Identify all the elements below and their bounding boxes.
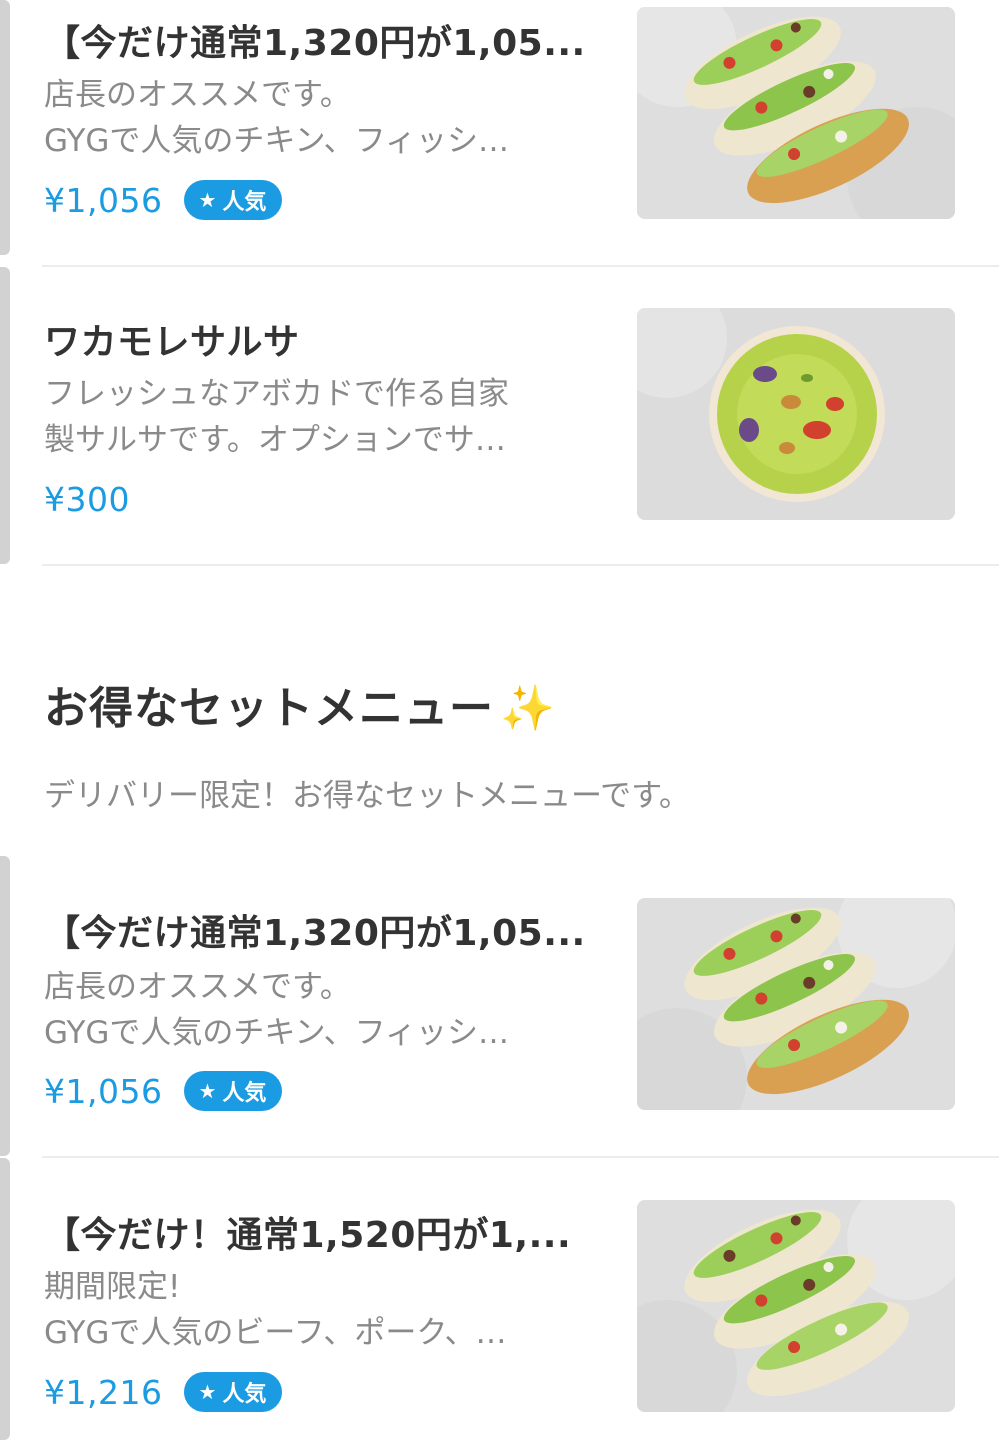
menu-item-guacamole[interactable]: ワカモレサルサ フレッシュなアボカドで作る自家 製サルサです。オプションでサ… … bbox=[0, 267, 999, 564]
item-description: 店長のオススメです。 GYGで人気のチキン、フィッシ… bbox=[44, 72, 584, 164]
popular-badge: ★ 人気 bbox=[184, 1071, 283, 1111]
star-icon: ★ bbox=[198, 188, 217, 212]
tacos-image bbox=[637, 7, 955, 219]
item-title: 【今だけ通常1,320円が1,05... bbox=[44, 913, 586, 954]
popular-badge: ★ 人気 bbox=[184, 1372, 283, 1412]
item-description-line: フレッシュなアボカドで作る自家 bbox=[44, 376, 509, 412]
menu-item-tacos-1[interactable]: 【今だけ通常1,320円が1,05... 店長のオススメです。 GYGで人気のチ… bbox=[0, 0, 999, 265]
item-price: ¥300 bbox=[44, 479, 130, 519]
sparkles-icon: ✨ bbox=[500, 683, 556, 734]
price-row: ¥300 bbox=[44, 477, 130, 521]
card-edge bbox=[0, 856, 10, 1156]
popular-badge: ★ 人気 bbox=[184, 180, 283, 220]
item-description-line: 店長のオススメです。 bbox=[44, 77, 351, 113]
price-row: ¥1,056 ★ 人気 bbox=[44, 178, 283, 222]
card-edge bbox=[0, 1158, 10, 1440]
badge-label: 人気 bbox=[222, 1382, 267, 1407]
item-price: ¥1,056 bbox=[44, 1071, 163, 1111]
price-row: ¥1,056 ★ 人気 bbox=[44, 1069, 283, 1113]
item-title: 【今だけ通常1,320円が1,05... bbox=[44, 23, 586, 64]
menu-item-tacos-set-2[interactable]: 【今だけ！通常1,520円が1,... 期間限定! GYGで人気のビーフ、ポーク… bbox=[0, 1158, 999, 1440]
star-icon: ★ bbox=[198, 1380, 217, 1404]
section-title-text: お得なセットメニュー bbox=[44, 683, 494, 734]
item-description-line: 期間限定! bbox=[44, 1269, 181, 1305]
item-description: 店長のオススメです。 GYGで人気のチキン、フィッシ… bbox=[44, 964, 584, 1056]
item-description-line: GYGで人気のビーフ、ポーク、… bbox=[44, 1315, 507, 1351]
item-description-line: GYGで人気のチキン、フィッシ… bbox=[44, 123, 510, 159]
star-icon: ★ bbox=[198, 1079, 217, 1103]
item-price: ¥1,216 bbox=[44, 1372, 163, 1412]
tacos-image bbox=[637, 898, 955, 1110]
badge-label: 人気 bbox=[222, 190, 267, 215]
card-edge bbox=[0, 0, 10, 255]
price-row: ¥1,216 ★ 人気 bbox=[44, 1370, 283, 1414]
item-description-line: GYGで人気のチキン、フィッシ… bbox=[44, 1015, 510, 1051]
guacamole-image bbox=[637, 308, 955, 520]
item-description-line: 店長のオススメです。 bbox=[44, 969, 351, 1005]
item-description: フレッシュなアボカドで作る自家 製サルサです。オプションでサ… bbox=[44, 371, 584, 463]
item-price: ¥1,056 bbox=[44, 180, 163, 220]
section-title: お得なセットメニュー ✨ bbox=[44, 672, 556, 736]
divider bbox=[42, 564, 999, 566]
item-description-line: 製サルサです。オプションでサ… bbox=[44, 422, 506, 458]
section-description: デリバリー限定！お得なセットメニューです。 bbox=[44, 778, 691, 814]
item-title: 【今だけ！通常1,520円が1,... bbox=[44, 1215, 572, 1256]
card-edge bbox=[0, 267, 10, 564]
tacos-image bbox=[637, 1200, 955, 1412]
menu-item-tacos-set-1[interactable]: 【今だけ通常1,320円が1,05... 店長のオススメです。 GYGで人気のチ… bbox=[0, 856, 999, 1156]
item-description: 期間限定! GYGで人気のビーフ、ポーク、… bbox=[44, 1264, 584, 1356]
item-title: ワカモレサルサ bbox=[44, 322, 300, 363]
badge-label: 人気 bbox=[222, 1081, 267, 1106]
